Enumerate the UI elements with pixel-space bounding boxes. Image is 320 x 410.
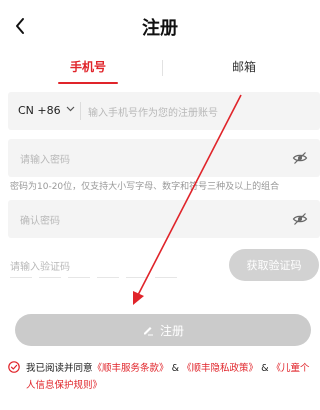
chevron-down-icon — [66, 104, 75, 116]
field-divider — [80, 102, 81, 120]
eye-hidden-icon[interactable] — [292, 150, 308, 166]
password-field: 请输入密码 — [8, 139, 320, 177]
phone-field: CN +86 输入手机号作为您的注册账号 — [8, 92, 320, 130]
code-slot — [39, 277, 61, 278]
verification-code-input[interactable]: 请输入验证码 — [10, 258, 70, 273]
tab-email[interactable]: 邮箱 — [232, 58, 256, 75]
tab-phone[interactable]: 手机号 — [70, 58, 106, 75]
phone-input[interactable]: 输入手机号作为您的注册账号 — [88, 104, 218, 119]
page-title: 注册 — [142, 18, 178, 39]
confirm-password-field: 确认密码 — [8, 200, 320, 238]
eye-hidden-icon[interactable] — [292, 211, 308, 227]
code-slot — [10, 277, 32, 278]
privacy-policy-link[interactable]: 《顺丰隐私政策》 — [182, 363, 258, 374]
tab-divider — [162, 60, 163, 76]
code-slot — [155, 277, 177, 278]
code-slot — [97, 277, 119, 278]
country-code-selector[interactable]: CN +86 — [18, 104, 61, 117]
code-slot — [126, 277, 148, 278]
agreement-separator: & — [171, 363, 179, 374]
register-button-label: 注册 — [159, 323, 184, 338]
confirm-password-input[interactable]: 确认密码 — [20, 212, 60, 227]
pencil-icon — [143, 327, 153, 336]
register-button[interactable]: 注册 — [15, 314, 311, 346]
tab-bar: 手机号 邮箱 — [0, 58, 320, 86]
password-hint: 密码为10-20位，仅支持大小写字母、数字和符号三种及以上的组合 — [10, 182, 280, 192]
verification-code-slots — [10, 277, 180, 279]
agreement-separator: & — [261, 363, 269, 374]
agreement-prefix: 我已阅读并同意 — [26, 363, 93, 374]
agreement-text: 我已阅读并同意《顺丰服务条款》 & 《顺丰隐私政策》 & 《儿童个人信息保护规则… — [26, 360, 314, 394]
code-slot — [68, 277, 90, 278]
get-code-button[interactable]: 获取验证码 — [229, 249, 319, 281]
header: 注册 — [0, 0, 320, 52]
password-input[interactable]: 请输入密码 — [20, 151, 70, 166]
agreement-checkbox[interactable] — [8, 361, 20, 373]
service-terms-link[interactable]: 《顺丰服务条款》 — [93, 363, 169, 374]
tab-active-indicator — [58, 82, 118, 84]
